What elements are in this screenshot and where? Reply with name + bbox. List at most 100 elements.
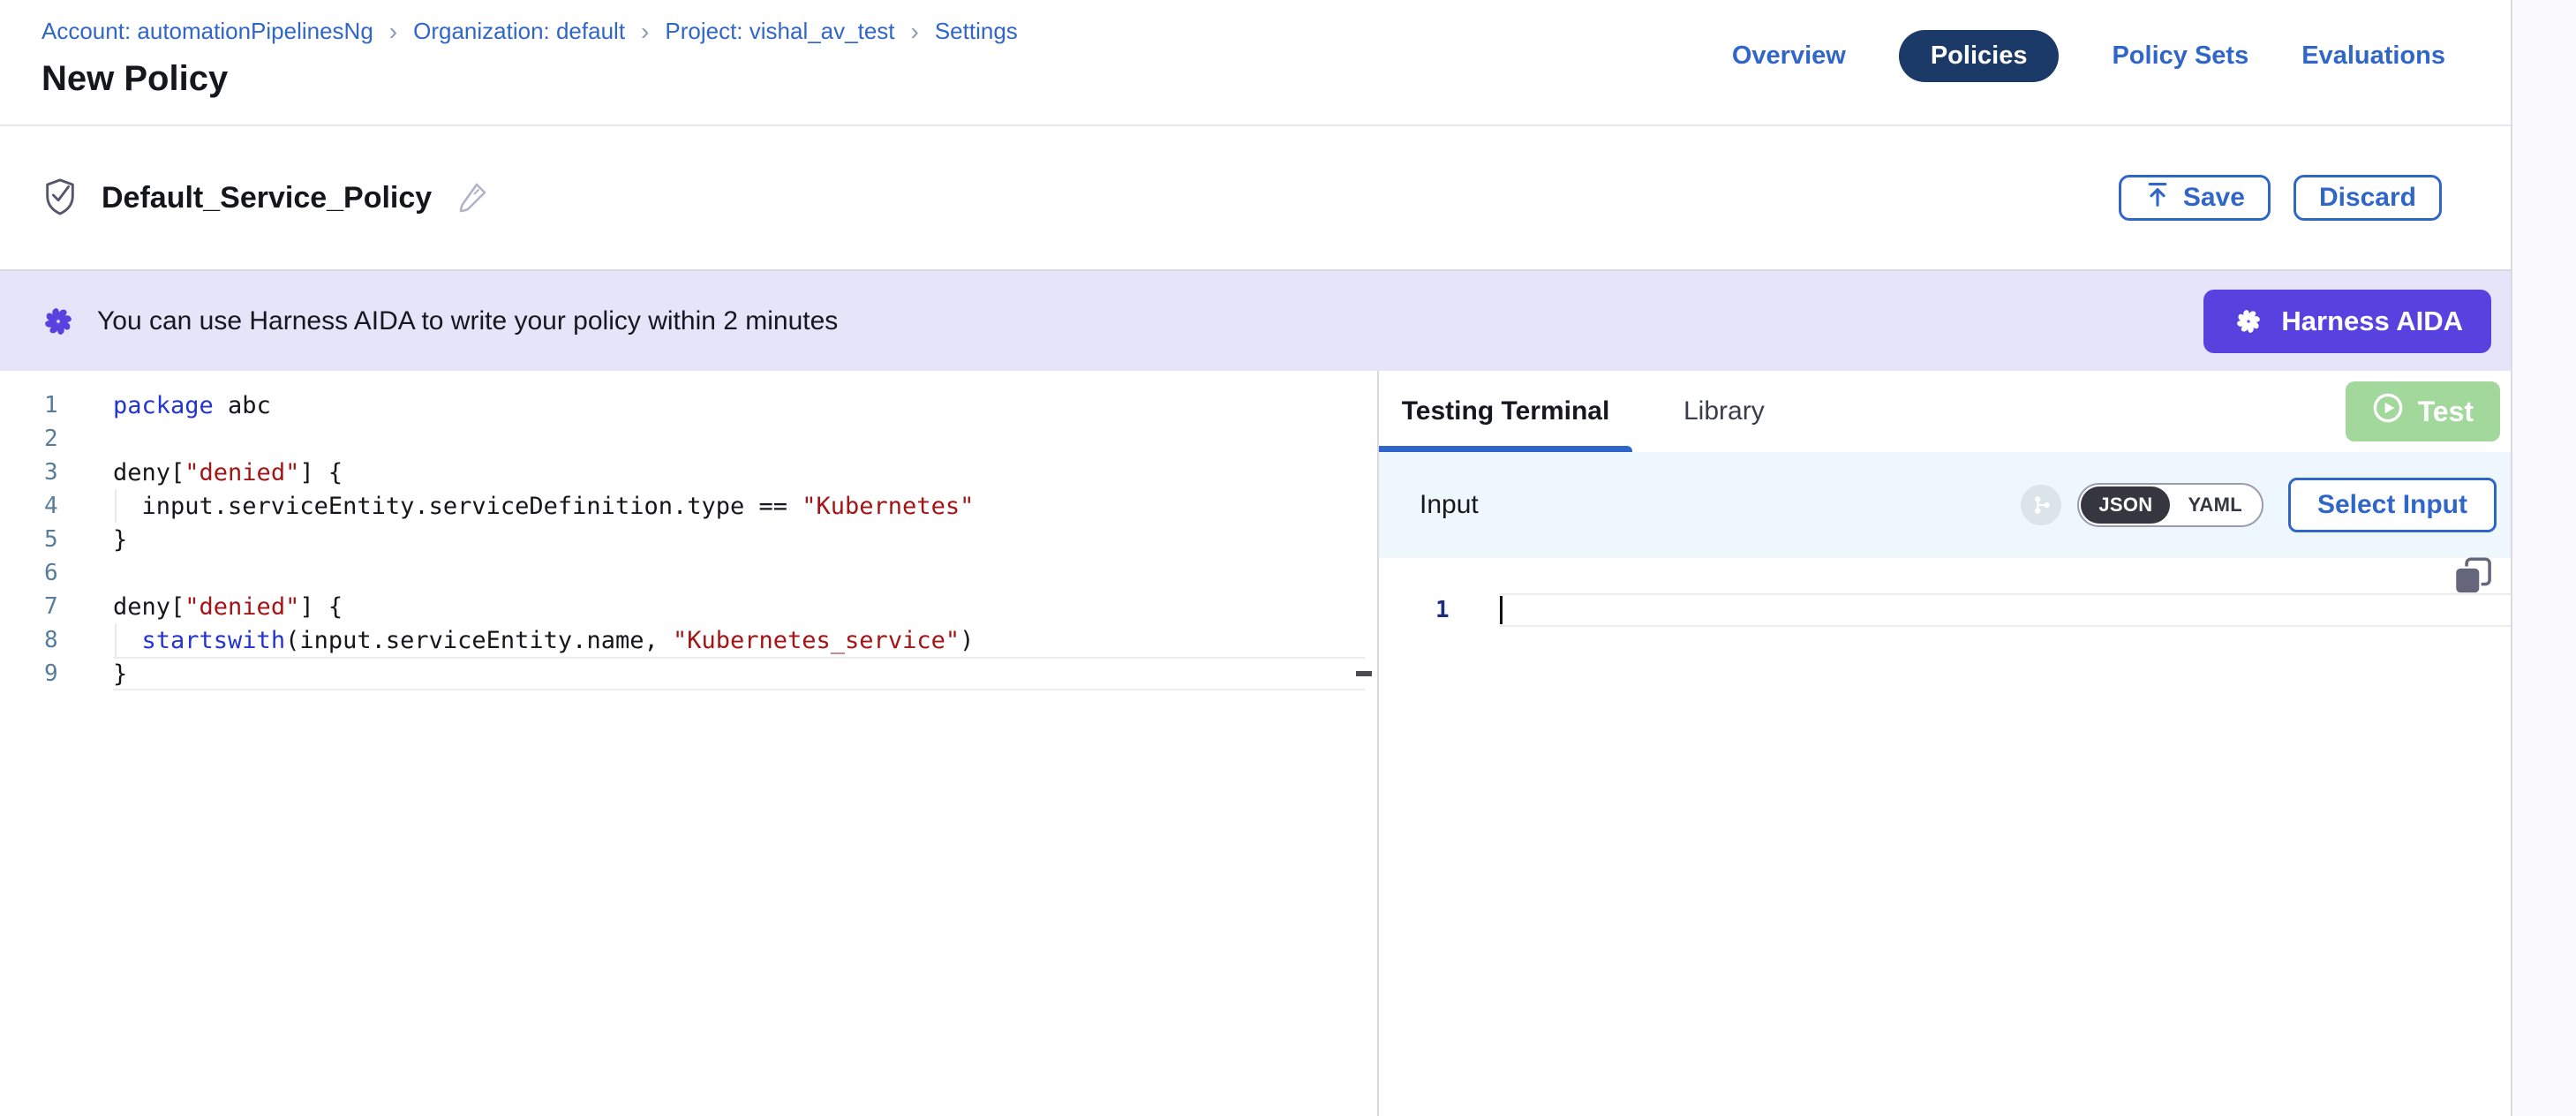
- breadcrumb-link[interactable]: Settings: [935, 18, 1018, 45]
- play-circle-icon: [2372, 392, 2404, 431]
- code-token: "denied": [185, 459, 299, 486]
- content: 1package abc23deny["denied"] {4 input.se…: [0, 371, 2511, 1116]
- line-number: 6: [0, 560, 113, 586]
- nav-tab-evaluations[interactable]: Evaluations: [2301, 41, 2445, 71]
- upload-icon: [2144, 180, 2171, 215]
- code-line-content: deny["denied"] {: [113, 590, 1365, 623]
- breadcrumb-separator-icon: ›: [911, 19, 919, 44]
- format-option-yaml[interactable]: YAML: [2170, 486, 2260, 524]
- aida-flower-icon: [2232, 305, 2265, 338]
- code-line-content: [113, 556, 1365, 590]
- input-editor-lines: 1: [1379, 593, 2511, 627]
- nav-tab-overview[interactable]: Overview: [1732, 41, 1846, 71]
- code-line[interactable]: 7deny["denied"] {: [0, 590, 1365, 623]
- code-line-content: }: [113, 657, 1365, 690]
- breadcrumb-link[interactable]: Account: automationPipelinesNg: [41, 18, 373, 45]
- code-line[interactable]: 1package abc: [0, 388, 1365, 422]
- line-number: 1: [0, 392, 113, 418]
- format-option-json[interactable]: JSON: [2081, 486, 2170, 524]
- code-token: }: [113, 526, 127, 554]
- toolbar-actions: Save Discard: [2119, 175, 2442, 221]
- overview-ruler-cursor-mark: [1356, 671, 1372, 676]
- code-token: "Kubernetes": [802, 493, 974, 520]
- code-line[interactable]: 3deny["denied"] {: [0, 456, 1365, 489]
- code-token: ] {: [299, 459, 343, 486]
- nav-tab-policy-sets[interactable]: Policy Sets: [2112, 41, 2248, 71]
- code-token: deny[: [113, 593, 185, 621]
- code-line-content: package abc: [113, 388, 1365, 422]
- tab-library[interactable]: Library: [1632, 371, 1816, 452]
- line-number: 1: [1379, 597, 1500, 623]
- page: Account: automationPipelinesNg › Organizat…: [0, 0, 2512, 1116]
- line-number: 4: [0, 493, 113, 519]
- policy-code-editor[interactable]: 1package abc23deny["denied"] {4 input.se…: [0, 371, 1379, 1116]
- code-token: [113, 627, 142, 654]
- line-number: 5: [0, 526, 113, 553]
- line-number: 3: [0, 459, 113, 486]
- code-token: ): [960, 627, 974, 654]
- aida-banner-message-group: You can use Harness AIDA to write your p…: [39, 302, 838, 341]
- line-number: 8: [0, 627, 113, 653]
- select-input-button[interactable]: Select Input: [2288, 478, 2497, 532]
- save-button-label: Save: [2183, 183, 2245, 213]
- shield-check-icon: [41, 176, 79, 221]
- terminal-tabs: Testing TerminalLibrary: [1379, 371, 2511, 452]
- code-line[interactable]: 1: [1379, 593, 2511, 627]
- discard-button-label: Discard: [2319, 183, 2416, 213]
- code-token: "Kubernetes_service": [673, 627, 960, 654]
- line-number: 2: [0, 426, 113, 452]
- policy-code-lines: 1package abc23deny["denied"] {4 input.se…: [0, 388, 1377, 690]
- testing-terminal-panel: Testing TerminalLibrary Test Input: [1379, 371, 2511, 1116]
- breadcrumb-separator-icon: ›: [389, 19, 397, 44]
- aida-flower-icon: [39, 302, 78, 341]
- save-button[interactable]: Save: [2119, 175, 2271, 221]
- format-toggle: JSONYAML: [2077, 483, 2263, 527]
- edit-policy-name-button[interactable]: [455, 179, 490, 217]
- code-line[interactable]: 8 startswith(input.serviceEntity.name, "…: [0, 623, 1365, 657]
- breadcrumb-link[interactable]: Project: vishal_av_test: [665, 18, 894, 45]
- policy-toolbar: Default_Service_Policy: [0, 126, 2511, 269]
- policy-identity: Default_Service_Policy: [41, 176, 490, 221]
- nav-tabs: Overview Policies Policy Sets Evaluations: [1732, 30, 2445, 82]
- page-header: Account: automationPipelinesNg › Organizat…: [0, 0, 2511, 126]
- code-token: abc: [214, 392, 271, 419]
- code-line[interactable]: 6: [0, 556, 1365, 590]
- code-line[interactable]: 2: [0, 422, 1365, 456]
- policy-name: Default_Service_Policy: [102, 181, 432, 215]
- breadcrumb-separator-icon: ›: [641, 19, 649, 44]
- branch-circle-icon: [2021, 485, 2061, 525]
- input-header: Input JSONYAML Select Input: [1379, 452, 2511, 558]
- pencil-icon: [455, 179, 490, 217]
- code-token: "denied": [185, 593, 299, 621]
- nav-tab-policies[interactable]: Policies: [1899, 30, 2060, 82]
- code-line-content: [113, 422, 1365, 456]
- code-line-content: deny["denied"] {: [113, 456, 1365, 489]
- harness-aida-button[interactable]: Harness AIDA: [2203, 290, 2491, 353]
- code-token: (input.serviceEntity.name,: [285, 627, 673, 654]
- input-editor[interactable]: 1: [1379, 558, 2511, 1116]
- aida-banner: You can use Harness AIDA to write your p…: [0, 269, 2511, 371]
- test-button-label: Test: [2418, 396, 2474, 428]
- line-number: 7: [0, 593, 113, 620]
- code-line[interactable]: 9}: [0, 657, 1365, 690]
- input-label: Input: [1420, 490, 2021, 520]
- code-line-content: }: [113, 523, 1365, 556]
- code-line[interactable]: 4 input.serviceEntity.serviceDefinition.…: [0, 489, 1365, 523]
- harness-aida-button-label: Harness AIDA: [2281, 305, 2463, 337]
- code-line-content: input.serviceEntity.serviceDefinition.ty…: [113, 489, 1365, 523]
- code-line[interactable]: 5}: [0, 523, 1365, 556]
- aida-banner-message: You can use Harness AIDA to write your p…: [97, 306, 838, 336]
- code-token: }: [113, 660, 127, 688]
- code-token: input.serviceEntity.serviceDefinition.ty…: [113, 493, 802, 520]
- code-token: deny[: [113, 459, 185, 486]
- line-number: 9: [0, 660, 113, 687]
- code-token: startswith: [142, 627, 286, 654]
- tab-testing-terminal[interactable]: Testing Terminal: [1379, 371, 1632, 452]
- text-cursor: [1500, 596, 1503, 624]
- code-token: ] {: [299, 593, 343, 621]
- code-token: package: [113, 392, 214, 419]
- code-line-content: [1500, 593, 2511, 627]
- breadcrumb-link[interactable]: Organization: default: [413, 18, 625, 45]
- discard-button[interactable]: Discard: [2294, 175, 2442, 221]
- test-button[interactable]: Test: [2346, 381, 2500, 441]
